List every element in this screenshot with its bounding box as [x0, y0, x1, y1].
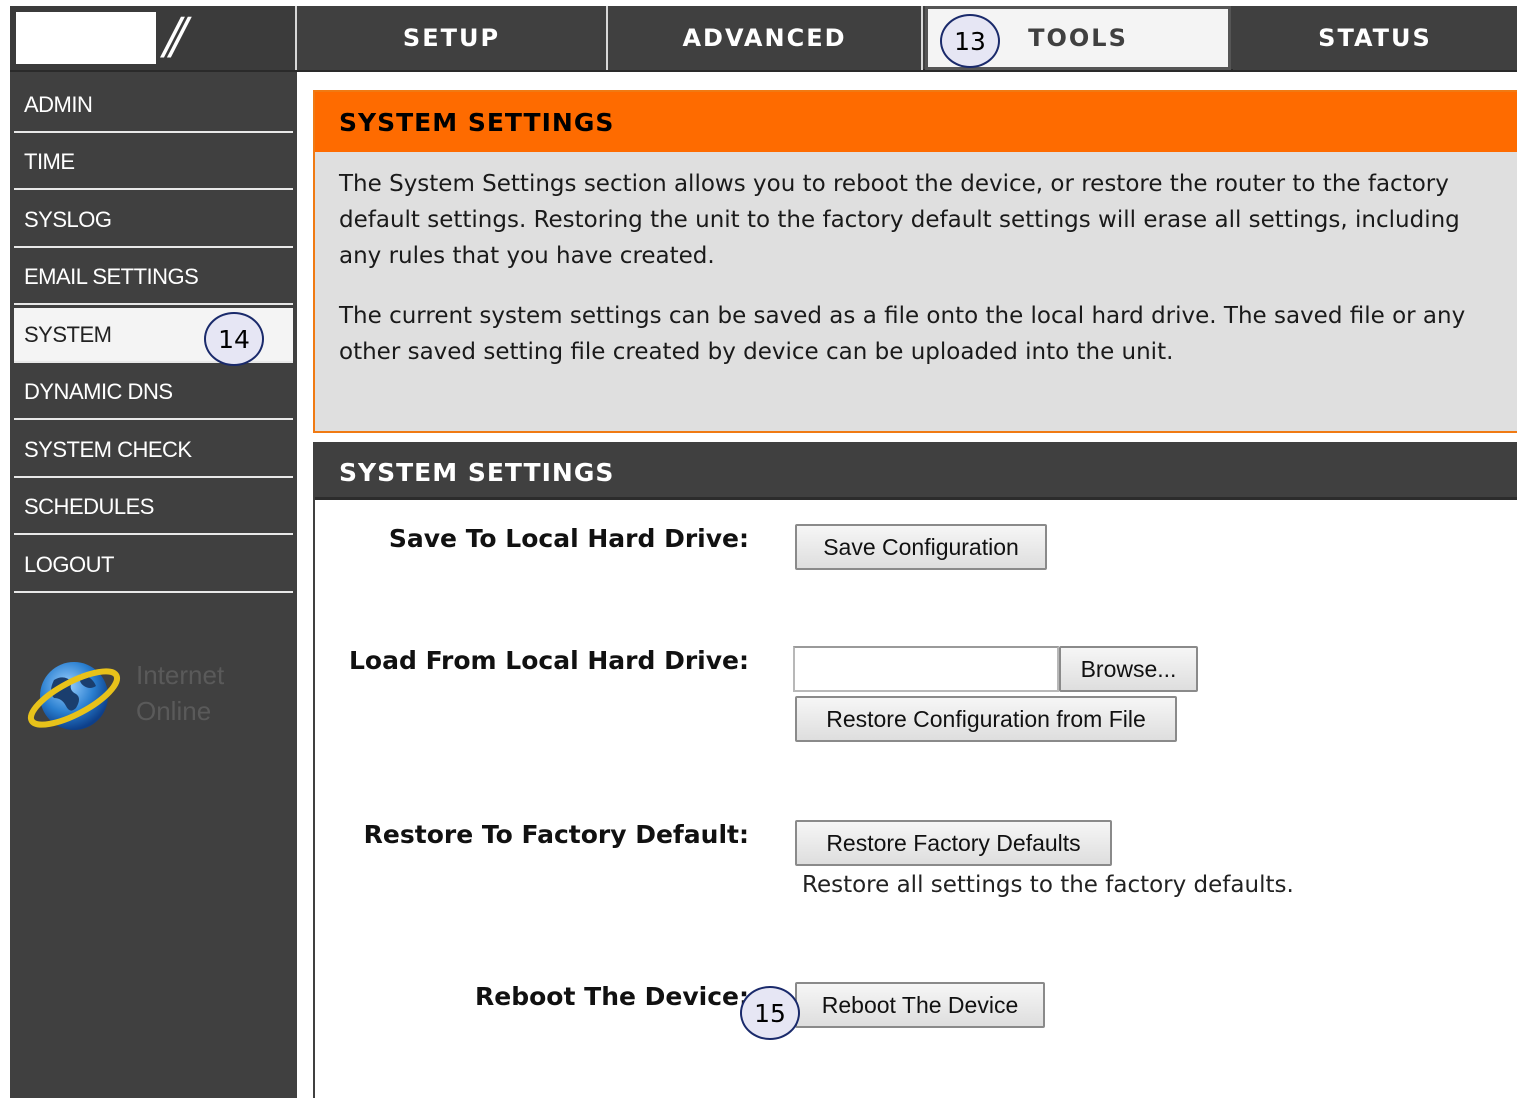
browse-button[interactable]: Browse...	[1059, 646, 1198, 692]
restore-factory-label: Restore To Factory Default:	[363, 820, 749, 849]
sidebar-item-schedules[interactable]: SCHEDULES	[14, 480, 293, 535]
config-file-input[interactable]	[793, 646, 1059, 692]
info-panel-text: The System Settings section allows you t…	[315, 152, 1517, 370]
sidebar-item-admin[interactable]: ADMIN	[14, 78, 293, 133]
sidebar-item-time[interactable]: TIME	[14, 135, 293, 190]
sidebar-item-logout[interactable]: LOGOUT	[14, 538, 293, 593]
restore-factory-hint: Restore all settings to the factory defa…	[802, 872, 1294, 898]
tab-status[interactable]: STATUS	[1233, 6, 1517, 70]
callout-13: 13	[940, 14, 1000, 68]
tab-advanced[interactable]: ADVANCED	[608, 6, 923, 70]
internet-status: Internet Online	[136, 657, 224, 729]
settings-panel-title: SYSTEM SETTINGS	[315, 442, 1517, 500]
reboot-device-label: Reboot The Device:	[475, 982, 749, 1011]
reboot-device-button[interactable]: Reboot The Device	[795, 982, 1045, 1028]
restore-configuration-button[interactable]: Restore Configuration from File	[795, 696, 1177, 742]
internet-status-line2: Online	[136, 696, 212, 726]
sidebar-item-dynamic-dns[interactable]: DYNAMIC DNS	[14, 365, 293, 420]
brand-logo: //	[10, 6, 297, 70]
internet-globe-icon	[27, 662, 121, 730]
callout-15: 15	[740, 986, 800, 1040]
info-paragraph-1: The System Settings section allows you t…	[339, 171, 1460, 269]
sidebar-item-email-settings[interactable]: EMAIL SETTINGS	[14, 250, 293, 305]
internet-status-line1: Internet	[136, 660, 225, 690]
load-from-local-label: Load From Local Hard Drive:	[349, 646, 749, 675]
save-configuration-button[interactable]: Save Configuration	[795, 524, 1047, 570]
logo-plate	[16, 12, 156, 64]
sidebar-item-syslog[interactable]: SYSLOG	[14, 193, 293, 248]
callout-14: 14	[204, 312, 264, 366]
info-panel: SYSTEM SETTINGS The System Settings sect…	[313, 90, 1517, 433]
tab-setup[interactable]: SETUP	[297, 6, 608, 70]
settings-panel: SYSTEM SETTINGS Save To Local Hard Drive…	[313, 442, 1517, 1098]
top-nav-bar: // SETUP ADVANCED TOOLS STATUS	[10, 6, 1517, 72]
logo-slashes-icon: //	[164, 7, 187, 65]
info-panel-title: SYSTEM SETTINGS	[315, 92, 1517, 152]
restore-factory-defaults-button[interactable]: Restore Factory Defaults	[795, 820, 1112, 866]
save-to-local-label: Save To Local Hard Drive:	[388, 524, 749, 553]
sidebar: ADMIN TIME SYSLOG EMAIL SETTINGS SYSTEM …	[10, 72, 297, 1098]
info-paragraph-2: The current system settings can be saved…	[339, 303, 1466, 365]
sidebar-item-system-check[interactable]: SYSTEM CHECK	[14, 423, 293, 478]
